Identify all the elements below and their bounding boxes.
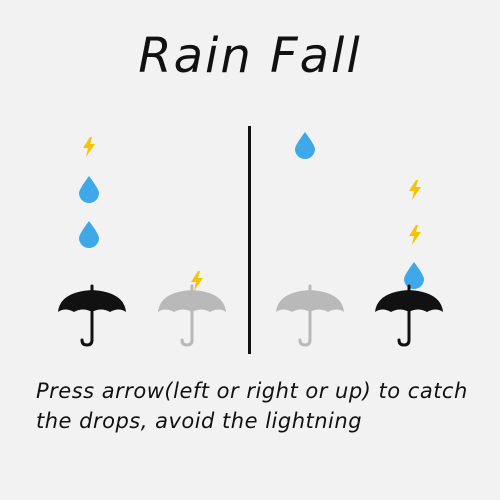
raindrop-icon: [295, 132, 315, 159]
instructions-text: Press arrow(left or right or up) to catc…: [36, 379, 468, 433]
game-title: Rain Fall: [138, 28, 362, 84]
lightning-icon: [409, 180, 421, 200]
lightning-icon: [409, 225, 421, 245]
raindrop-icon: [404, 262, 424, 289]
raindrop-icon: [79, 176, 99, 203]
umbrella-icon-inactive: [158, 284, 226, 347]
game-area[interactable]: Rain Fall Press arrow(left or right or u…: [0, 0, 500, 500]
umbrella-icon-active: [58, 284, 126, 347]
center-divider: [248, 126, 251, 354]
umbrella-icon-inactive: [276, 284, 344, 347]
raindrop-icon: [79, 221, 99, 248]
lightning-icon: [83, 137, 95, 157]
umbrella-icon-active: [375, 284, 443, 347]
